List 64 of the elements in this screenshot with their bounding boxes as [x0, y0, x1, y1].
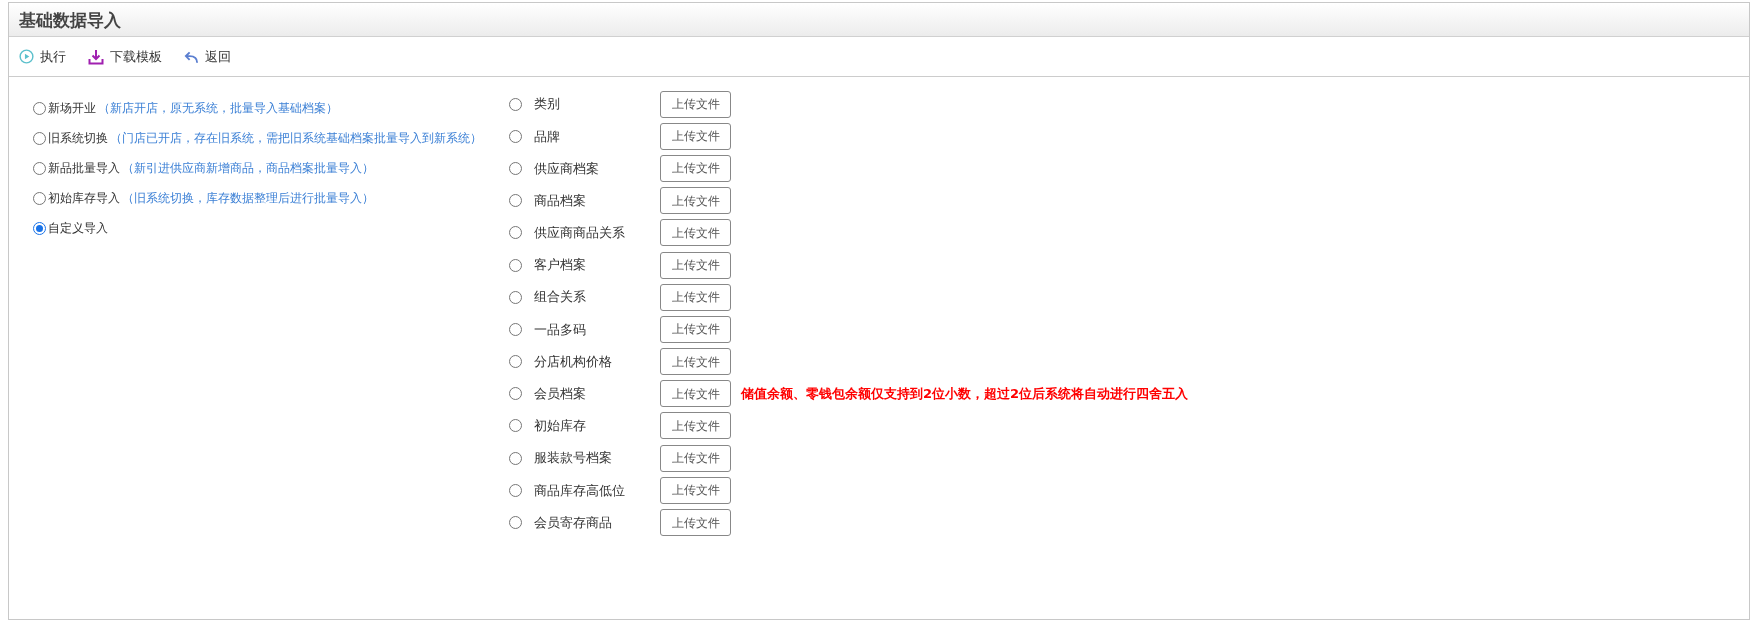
data-type-label: 商品库存高低位 [534, 481, 626, 500]
data-type-label: 一品多码 [534, 320, 587, 339]
data-type-label: 会员寄存商品 [534, 513, 613, 532]
play-icon [19, 49, 34, 64]
upload-file-button[interactable]: 上传文件 [660, 90, 731, 118]
radio-button[interactable] [33, 221, 46, 235]
data-type-label: 服装款号档案 [534, 449, 613, 468]
radio-button[interactable] [33, 191, 46, 205]
upload-file-button[interactable]: 上传文件 [660, 380, 731, 408]
radio-button[interactable] [509, 419, 522, 433]
option-description: （新引进供应商新增商品，商品档案批量导入） [122, 160, 374, 177]
data-type-label: 商品档案 [534, 191, 587, 210]
data-type-label: 供应商档案 [534, 159, 600, 178]
radio-button[interactable] [33, 161, 46, 175]
option-label: 新场开业 [48, 100, 96, 117]
radio-button[interactable] [509, 258, 522, 272]
run-button[interactable]: 执行 [19, 46, 66, 67]
radio-button[interactable] [509, 387, 522, 401]
data-type-label: 类别 [534, 95, 561, 114]
data-type-label: 品牌 [534, 127, 561, 146]
option-description: （门店已开店，存在旧系统，需把旧系统基础档案批量导入到新系统） [110, 130, 482, 147]
option-label: 自定义导入 [48, 220, 108, 237]
radio-button[interactable] [509, 97, 522, 111]
radio-button[interactable] [509, 483, 522, 497]
data-type-label: 客户档案 [534, 256, 587, 275]
upload-file-button[interactable]: 上传文件 [660, 187, 731, 215]
upload-file-button[interactable]: 上传文件 [660, 219, 731, 247]
data-type-label: 分店机构价格 [534, 352, 613, 371]
upload-file-button[interactable]: 上传文件 [660, 315, 731, 343]
warning-note: 储值余额、零钱包余额仅支持到2位小数，超过2位后系统将自动进行四舍五入 [741, 385, 1189, 404]
option-label: 旧系统切换 [48, 130, 108, 147]
radio-button[interactable] [33, 101, 46, 115]
upload-file-button[interactable]: 上传文件 [660, 251, 731, 279]
radio-button[interactable] [509, 355, 522, 369]
radio-button[interactable] [509, 516, 522, 530]
undo-arrow-icon [184, 49, 199, 64]
radio-button[interactable] [509, 161, 522, 175]
radio-button[interactable] [509, 322, 522, 336]
upload-file-button[interactable]: 上传文件 [660, 283, 731, 311]
option-label: 新品批量导入 [48, 160, 120, 177]
data-type-label: 供应商商品关系 [534, 224, 626, 243]
upload-file-button[interactable]: 上传文件 [660, 348, 731, 376]
radio-button[interactable] [509, 451, 522, 465]
radio-button[interactable] [509, 226, 522, 240]
back-button[interactable]: 返回 [184, 46, 231, 67]
upload-file-button[interactable]: 上传文件 [660, 509, 731, 537]
radio-button[interactable] [33, 131, 46, 145]
radio-button[interactable] [509, 194, 522, 208]
upload-file-button[interactable]: 上传文件 [660, 444, 731, 472]
download-button[interactable]: 下载模板 [88, 46, 162, 67]
upload-file-button[interactable]: 上传文件 [660, 122, 731, 150]
radio-button[interactable] [509, 290, 522, 304]
data-type-label: 会员档案 [534, 385, 587, 404]
window-title: 基础数据导入 [19, 9, 122, 32]
data-type-label: 初始库存 [534, 417, 587, 436]
upload-file-button[interactable]: 上传文件 [660, 154, 731, 182]
upload-file-button[interactable]: 上传文件 [660, 412, 731, 440]
download-icon [88, 48, 104, 65]
option-description: （新店开店，原无系统，批量导入基础档案） [98, 100, 338, 117]
upload-file-button[interactable]: 上传文件 [660, 476, 731, 504]
option-description: （旧系统切换，库存数据整理后进行批量导入） [122, 190, 374, 207]
data-type-label: 组合关系 [534, 288, 587, 307]
radio-button[interactable] [509, 129, 522, 143]
option-label: 初始库存导入 [48, 190, 120, 207]
